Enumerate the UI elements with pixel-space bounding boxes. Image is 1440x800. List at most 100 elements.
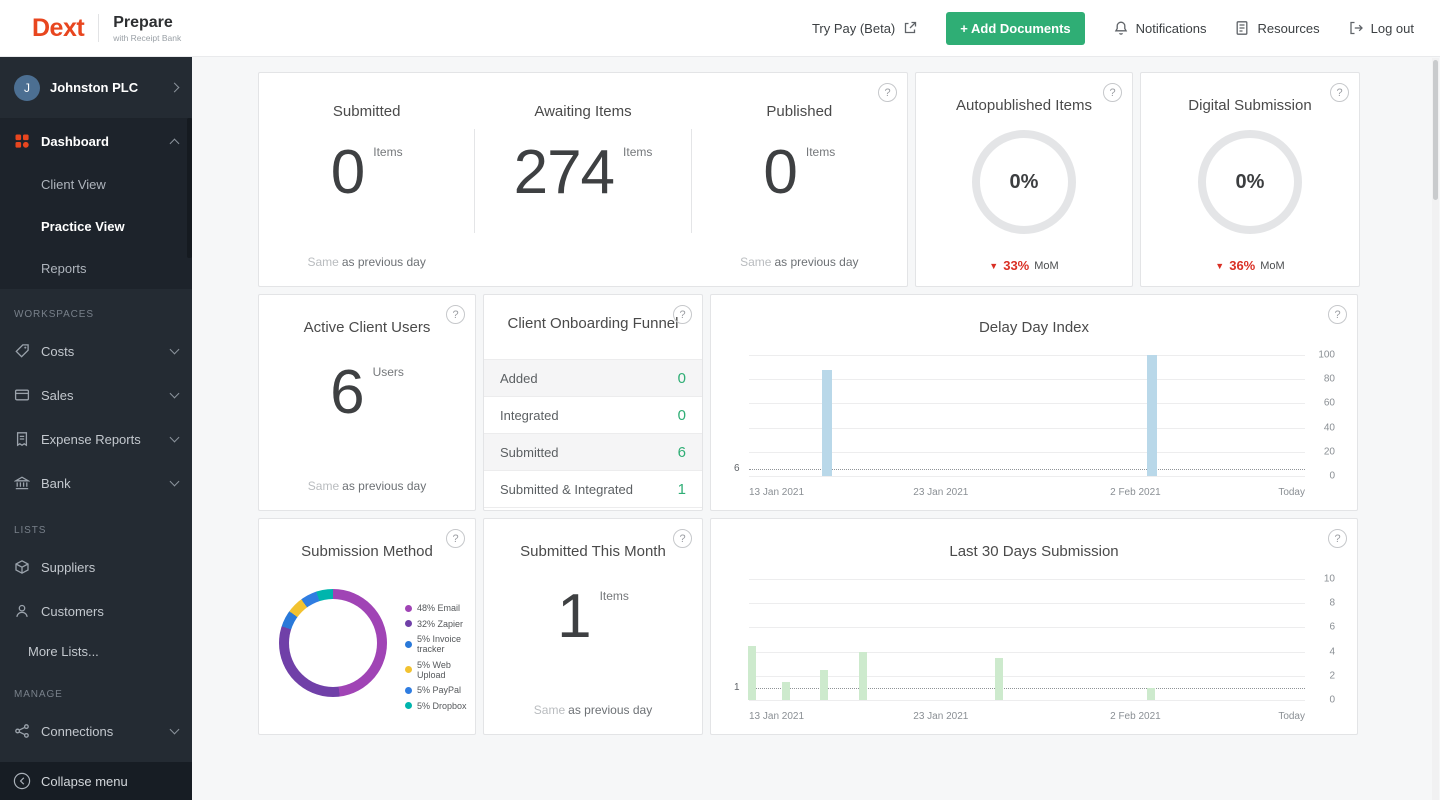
notifications-link[interactable]: Notifications xyxy=(1113,20,1206,36)
sidebar-item-bank[interactable]: Bank xyxy=(0,461,192,505)
sidebar-item-dashboard[interactable]: Dashboard xyxy=(0,119,192,163)
help-icon[interactable]: ? xyxy=(673,529,692,548)
stat-footnote: Same as previous day xyxy=(533,703,653,717)
dashboard-icon xyxy=(14,133,30,149)
help-icon[interactable]: ? xyxy=(1103,83,1122,102)
help-icon[interactable]: ? xyxy=(446,305,465,324)
legend-item: 5% Dropbox xyxy=(405,701,467,711)
x-axis: 13 Jan 2021 23 Jan 2021 2 Feb 2021 Today xyxy=(749,711,1305,722)
delta-indicator: ▼ 33% MoM xyxy=(989,258,1059,273)
bell-icon xyxy=(1114,21,1127,35)
card-title: Submission Method xyxy=(301,543,433,560)
table-row: Submitted & Integrated 1 xyxy=(484,471,702,508)
chevron-up-icon xyxy=(169,138,180,148)
resources-label: Resources xyxy=(1257,20,1320,36)
items-summary-card: ? Submitted 0 Items Same as previous day … xyxy=(258,72,908,287)
manage-section-label: MANAGE xyxy=(14,689,63,700)
customers-label: Customers xyxy=(41,603,104,619)
help-icon[interactable]: ? xyxy=(446,529,465,548)
product-subtitle: with Receipt Bank xyxy=(113,32,182,43)
connections-label: Connections xyxy=(41,723,114,739)
chevron-down-icon xyxy=(169,388,180,399)
sidebar-scrollbar[interactable] xyxy=(187,118,192,258)
account-name: Johnston PLC xyxy=(50,80,139,95)
delta-indicator: ▼ 36% MoM xyxy=(1215,258,1285,273)
sidebar-item-my-profile[interactable]: My Profile xyxy=(0,753,192,762)
product-name: Prepare xyxy=(113,13,173,31)
tag-icon xyxy=(14,343,30,359)
donut-chart xyxy=(279,589,387,697)
card-title: Client Onboarding Funnel xyxy=(507,315,679,332)
last-30-days-submission-card: ? Last 30 Days Submission 1 10 8 6 4 2 0 13 J… xyxy=(710,518,1358,735)
dashboard-label: Dashboard xyxy=(41,133,109,149)
sidebar-item-costs[interactable]: Costs xyxy=(0,329,192,373)
add-documents-button[interactable]: + Add Documents xyxy=(946,11,1085,45)
stat-unit: Users xyxy=(372,365,404,379)
costs-label: Costs xyxy=(41,343,75,359)
legend-item: 32% Zapier xyxy=(405,619,467,629)
top-bar: Dext Prepare with Receipt Bank Try Pay (… xyxy=(0,0,1440,57)
last-30-days-chart: 1 10 8 6 4 2 0 13 Jan 2021 23 Jan 2021 2 Feb 20… xyxy=(734,574,1343,723)
sidebar-item-practice-view[interactable]: Practice View xyxy=(0,205,192,247)
receipt-icon xyxy=(14,431,30,447)
account-switcher[interactable]: J Johnston PLC xyxy=(0,57,192,119)
chevron-right-icon xyxy=(169,82,180,93)
bank-icon xyxy=(14,475,30,491)
chart-bar xyxy=(821,369,832,476)
stat-submitted: Submitted 0 Items Same as previous day xyxy=(259,73,474,286)
chart-legend: 48% Email 32% Zapier 5% Invoice tracker … xyxy=(405,603,467,711)
sidebar-item-client-view[interactable]: Client View xyxy=(0,163,192,205)
legend-dot xyxy=(405,640,412,648)
logo-divider xyxy=(98,14,100,42)
stat-title: Submitted xyxy=(332,103,401,120)
dashboard-main: ? Submitted 0 Items Same as previous day … xyxy=(192,57,1440,800)
submission-method-card: ? Submission Method 48% Email 32% Zapier… xyxy=(258,518,476,735)
help-icon[interactable]: ? xyxy=(1328,529,1347,548)
help-icon[interactable]: ? xyxy=(1330,83,1349,102)
dext-logo[interactable]: Dext xyxy=(32,14,85,43)
legend-item: 48% Email xyxy=(405,603,467,613)
sidebar-item-connections[interactable]: Connections xyxy=(0,709,192,753)
x-axis: 13 Jan 2021 23 Jan 2021 2 Feb 2021 Today xyxy=(749,487,1305,498)
submission-method-chart: 48% Email 32% Zapier 5% Invoice tracker … xyxy=(277,581,467,726)
scrollbar-thumb[interactable] xyxy=(1433,60,1438,200)
table-row: Integrated 0 xyxy=(484,397,702,434)
submitted-this-month-card: ? Submitted This Month 1 Items Same as pr… xyxy=(483,518,703,735)
try-pay-link[interactable]: Try Pay (Beta) xyxy=(812,20,918,36)
sidebar-item-customers[interactable]: Customers xyxy=(0,589,192,633)
stat-footnote: Same as previous day xyxy=(307,255,426,269)
chevron-down-icon xyxy=(169,724,180,735)
legend-dot xyxy=(405,702,412,709)
sidebar-item-reports[interactable]: Reports xyxy=(0,247,192,289)
ring-value: 0% xyxy=(1235,170,1265,193)
help-icon[interactable]: ? xyxy=(1328,305,1347,324)
chart-bar xyxy=(1146,687,1155,700)
card-icon xyxy=(14,387,30,403)
workspaces-section-label: WORKSPACES xyxy=(14,309,94,320)
network-icon xyxy=(14,723,30,739)
table-row: Added 0 xyxy=(484,360,702,397)
funnel-table: Added 0 Integrated 0 Submitted 6 Submitt… xyxy=(484,359,702,508)
sidebar-item-suppliers[interactable]: Suppliers xyxy=(0,545,192,589)
sidebar-item-sales[interactable]: Sales xyxy=(0,373,192,417)
resources-link[interactable]: Resources xyxy=(1234,20,1320,36)
page-scrollbar[interactable] xyxy=(1432,58,1439,800)
logout-link[interactable]: Log out xyxy=(1348,20,1414,36)
help-icon[interactable]: ? xyxy=(673,305,692,324)
bank-label: Bank xyxy=(41,475,71,491)
stat-value: 0 xyxy=(330,138,365,207)
table-row: Submitted 6 xyxy=(484,434,702,471)
legend-item: 5% PayPal xyxy=(405,685,467,695)
sidebar-item-expense-reports[interactable]: Expense Reports xyxy=(0,417,192,461)
suppliers-label: Suppliers xyxy=(41,559,96,575)
collapse-menu-button[interactable]: Collapse menu xyxy=(0,762,192,800)
legend-dot xyxy=(405,686,412,694)
sidebar-item-more-lists[interactable]: More Lists... xyxy=(0,633,192,669)
external-link-icon xyxy=(905,21,917,34)
stat-published: Published 0 Items Same as previous day xyxy=(692,73,907,286)
chevron-down-icon xyxy=(169,344,180,355)
progress-ring: 0% xyxy=(1198,130,1302,234)
avatar: J xyxy=(14,74,40,101)
stat-unit: Items xyxy=(599,589,629,603)
stat-value: 1 xyxy=(557,582,591,651)
